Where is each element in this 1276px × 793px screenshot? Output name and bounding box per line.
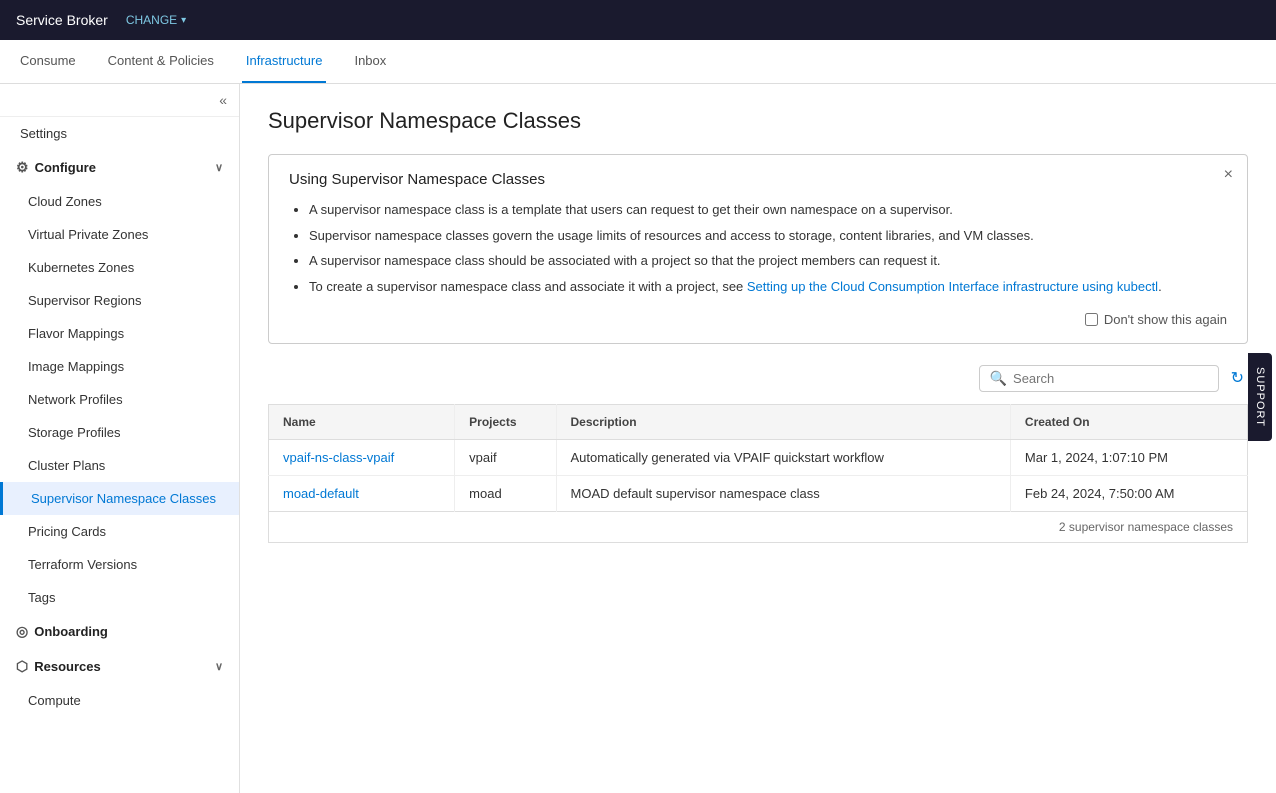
row-link[interactable]: moad-default [283, 486, 359, 501]
collapse-button[interactable]: « [219, 92, 227, 108]
sidebar-section-onboarding[interactable]: ◎ Onboarding [0, 614, 239, 649]
sidebar-section-resources[interactable]: ⬡ Resources ∨ [0, 649, 239, 684]
dont-show-checkbox[interactable] [1085, 313, 1098, 326]
sidebar-collapse[interactable]: « [0, 84, 239, 117]
top-bar: Service Broker CHANGE ▾ [0, 0, 1276, 40]
sidebar-item-label: Cluster Plans [28, 458, 105, 473]
sidebar-item-cloud-zones[interactable]: Cloud Zones [0, 185, 239, 218]
change-chevron: ▾ [181, 15, 186, 26]
cell-created-on: Feb 24, 2024, 7:50:00 AM [1010, 476, 1247, 512]
sidebar-item-label: Storage Profiles [28, 425, 121, 440]
app-title: Service Broker [16, 12, 108, 28]
sidebar-item-compute[interactable]: Compute [0, 684, 239, 717]
sidebar-section-label: Resources [34, 659, 100, 674]
sidebar-item-label: Network Profiles [28, 392, 123, 407]
sidebar-item-supervisor-namespace-classes[interactable]: Supervisor Namespace Classes [0, 482, 239, 515]
sidebar-item-supervisor-regions[interactable]: Supervisor Regions [0, 284, 239, 317]
tab-inbox[interactable]: Inbox [350, 40, 390, 83]
info-bullet-2: Supervisor namespace classes govern the … [309, 226, 1227, 246]
cell-projects: vpaif [455, 440, 556, 476]
sidebar-item-label: Image Mappings [28, 359, 124, 374]
info-bullet-3: A supervisor namespace class should be a… [309, 251, 1227, 271]
sidebar-item-label: Compute [28, 693, 81, 708]
table-header: Name Projects Description Created On [269, 405, 1248, 440]
sidebar-item-storage-profiles[interactable]: Storage Profiles [0, 416, 239, 449]
dont-show-text: Don't show this again [1104, 312, 1227, 327]
sidebar-section-configure[interactable]: ⚙ Configure ∨ [0, 150, 239, 185]
sidebar-item-label: Cloud Zones [28, 194, 102, 209]
sidebar-item-terraform-versions[interactable]: Terraform Versions [0, 548, 239, 581]
sidebar-item-label: Supervisor Regions [28, 293, 141, 308]
nav-tabs: Consume Content & Policies Infrastructur… [0, 40, 1276, 84]
info-box: Using Supervisor Namespace Classes × A s… [268, 154, 1248, 344]
tab-content-policies[interactable]: Content & Policies [104, 40, 218, 83]
table-toolbar: 🔍 ↻ [268, 364, 1248, 392]
sidebar-resources-children: Compute [0, 684, 239, 717]
configure-chevron: ∨ [215, 161, 223, 174]
info-box-close-button[interactable]: × [1224, 167, 1233, 183]
cell-created-on: Mar 1, 2024, 1:07:10 PM [1010, 440, 1247, 476]
page-title: Supervisor Namespace Classes [268, 108, 1248, 134]
table-body: vpaif-ns-class-vpaif vpaif Automatically… [269, 440, 1248, 512]
sidebar-item-image-mappings[interactable]: Image Mappings [0, 350, 239, 383]
cell-description: Automatically generated via VPAIF quicks… [556, 440, 1010, 476]
sidebar-section-label: Configure [35, 160, 96, 175]
sidebar-item-label: Pricing Cards [28, 524, 106, 539]
sidebar-item-label: Tags [28, 590, 55, 605]
change-label: CHANGE [126, 13, 177, 27]
sidebar-item-label: Terraform Versions [28, 557, 137, 572]
search-input[interactable] [1013, 371, 1208, 386]
info-link[interactable]: Setting up the Cloud Consumption Interfa… [747, 279, 1158, 294]
col-created-on: Created On [1010, 405, 1247, 440]
table-row: moad-default moad MOAD default superviso… [269, 476, 1248, 512]
sidebar: « Settings ⚙ Configure ∨ Cloud Zones Vir… [0, 84, 240, 793]
cell-name: vpaif-ns-class-vpaif [269, 440, 455, 476]
table-row: vpaif-ns-class-vpaif vpaif Automatically… [269, 440, 1248, 476]
tab-infrastructure[interactable]: Infrastructure [242, 40, 327, 83]
sidebar-item-settings[interactable]: Settings [0, 117, 239, 150]
change-button[interactable]: CHANGE ▾ [120, 11, 192, 29]
sidebar-item-network-profiles[interactable]: Network Profiles [0, 383, 239, 416]
info-box-footer: Don't show this again [289, 312, 1227, 327]
sidebar-item-cluster-plans[interactable]: Cluster Plans [0, 449, 239, 482]
cell-name: moad-default [269, 476, 455, 512]
table-footer: 2 supervisor namespace classes [268, 512, 1248, 543]
sidebar-item-label: Settings [20, 126, 67, 141]
sidebar-item-label: Supervisor Namespace Classes [31, 491, 216, 506]
dont-show-label[interactable]: Don't show this again [1085, 312, 1227, 327]
sidebar-item-flavor-mappings[interactable]: Flavor Mappings [0, 317, 239, 350]
col-description: Description [556, 405, 1010, 440]
main-content: Supervisor Namespace Classes Using Super… [240, 84, 1276, 793]
resources-chevron: ∨ [215, 660, 223, 673]
col-projects: Projects [455, 405, 556, 440]
sidebar-item-label: Kubernetes Zones [28, 260, 134, 275]
sidebar-item-kubernetes-zones[interactable]: Kubernetes Zones [0, 251, 239, 284]
sidebar-item-pricing-cards[interactable]: Pricing Cards [0, 515, 239, 548]
sidebar-item-label: Virtual Private Zones [28, 227, 148, 242]
search-box: 🔍 [979, 365, 1219, 392]
sidebar-item-label: Flavor Mappings [28, 326, 124, 341]
configure-icon: ⚙ [16, 159, 29, 176]
info-box-list: A supervisor namespace class is a templa… [289, 200, 1227, 296]
table-count: 2 supervisor namespace classes [1059, 520, 1233, 534]
cell-projects: moad [455, 476, 556, 512]
data-table: Name Projects Description Created On vpa… [268, 404, 1248, 512]
sidebar-section-label: Onboarding [34, 624, 108, 639]
row-link[interactable]: vpaif-ns-class-vpaif [283, 450, 394, 465]
search-icon: 🔍 [990, 370, 1007, 387]
info-bullet-1: A supervisor namespace class is a templa… [309, 200, 1227, 220]
sidebar-configure-children: Cloud Zones Virtual Private Zones Kubern… [0, 185, 239, 614]
sidebar-item-virtual-private-zones[interactable]: Virtual Private Zones [0, 218, 239, 251]
tab-consume[interactable]: Consume [16, 40, 80, 83]
resources-icon: ⬡ [16, 658, 28, 675]
onboarding-icon: ◎ [16, 623, 28, 640]
support-tab[interactable]: SUPPORT [1248, 353, 1272, 441]
layout: « Settings ⚙ Configure ∨ Cloud Zones Vir… [0, 84, 1276, 793]
info-bullet-4: To create a supervisor namespace class a… [309, 277, 1227, 297]
info-box-title: Using Supervisor Namespace Classes [289, 171, 1227, 188]
refresh-button[interactable]: ↻ [1227, 364, 1248, 392]
col-name: Name [269, 405, 455, 440]
cell-description: MOAD default supervisor namespace class [556, 476, 1010, 512]
sidebar-item-tags[interactable]: Tags [0, 581, 239, 614]
